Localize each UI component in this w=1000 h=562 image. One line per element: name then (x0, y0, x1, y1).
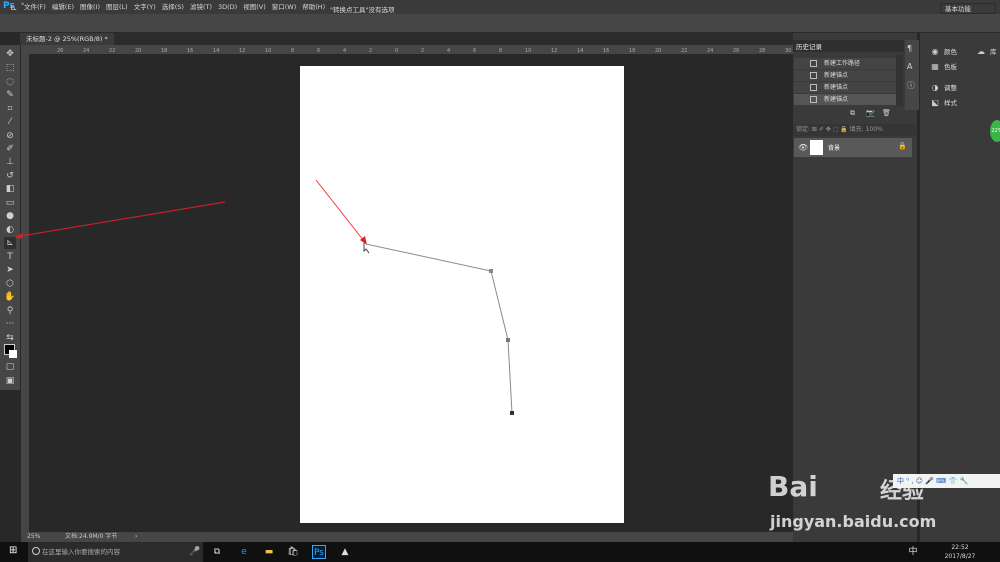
taskbar-search[interactable]: 在这里输入你要搜索的内容 (28, 542, 203, 562)
history-step-icon (810, 72, 817, 79)
history-item[interactable]: 新建锚点 (794, 82, 896, 94)
annotation-arrowhead-toolbar (15, 233, 23, 239)
visibility-eye-icon[interactable]: 👁 (798, 143, 808, 152)
panel-styles[interactable]: ⬕ 样式 (930, 97, 957, 108)
layers-lock-bar: 锁定: ⊠ ✐ ✥ ⬚ 🔒 填充: 100% (793, 124, 917, 136)
zoom-level[interactable]: 25% (27, 532, 40, 542)
ime-toolbar[interactable]: 中 ⁰ , ☺ 🎤 ⌨ 👕 🔧 (893, 474, 1000, 488)
trash-icon[interactable]: 🗑 (882, 109, 891, 117)
photos-icon[interactable]: ▲ (338, 545, 352, 559)
right-panel-dock (920, 33, 1000, 542)
info-panel-icon[interactable]: ⓘ (907, 80, 915, 91)
ime-indicator[interactable]: 中 (906, 545, 920, 559)
anchor-point (489, 269, 493, 273)
panel-adjustments[interactable]: ◑ 调整 (930, 82, 958, 93)
file-explorer-icon[interactable]: ▬ (262, 545, 276, 559)
history-item[interactable]: 新建工作路径 (794, 58, 896, 70)
history-item[interactable]: 新建锚点 (794, 70, 896, 82)
layer-name: 背景 (828, 145, 841, 152)
adjustments-icon: ◑ (931, 82, 939, 92)
windows-start-icon[interactable]: ⊞ (9, 545, 17, 556)
history-item-selected[interactable]: 新建锚点 (794, 94, 896, 106)
status-arrow-icon[interactable]: › (135, 532, 137, 542)
annotation-arrow-anchor (315, 179, 365, 242)
paragraph-panel-icon[interactable]: ¶ (907, 44, 912, 53)
lock-icon[interactable]: 🔒 (898, 142, 907, 150)
history-footer: ⧉ 📷 🗑 (794, 107, 904, 120)
history-tab[interactable]: 历史记录 (796, 41, 822, 51)
annotation-arrow-toolbar (20, 201, 226, 237)
libraries-icon: ☁ (977, 46, 985, 56)
status-bar: 25% 文档:24.9M/0 字节 › (21, 532, 793, 542)
doc-info: 文档:24.9M/0 字节 (65, 533, 118, 540)
layer-thumbnail (810, 140, 823, 155)
watermark-url: jingyan.baidu.com (770, 512, 937, 531)
anchor-point (506, 338, 510, 342)
history-step-icon (810, 96, 817, 103)
styles-icon: ⬕ (931, 97, 939, 107)
clock[interactable]: 22:52 2017/8/27 (940, 543, 980, 561)
history-snapshot-icon (810, 60, 817, 67)
panel-icon-strip: ¶ A ⓘ (905, 40, 919, 110)
task-view-icon[interactable]: ⧉ (210, 545, 224, 559)
anchor-point (510, 411, 514, 415)
cortana-icon[interactable] (32, 547, 40, 555)
history-step-icon (810, 84, 817, 91)
new-document-from-state-icon[interactable]: ⧉ (850, 109, 855, 118)
layer-row[interactable]: 👁 背景 🔒 (794, 138, 912, 157)
color-icon: ◉ (931, 46, 939, 56)
swatches-icon: ▦ (931, 61, 939, 71)
character-panel-icon[interactable]: A (907, 62, 912, 71)
panel-libraries[interactable]: ☁ 库 (976, 46, 997, 57)
status-badge[interactable]: 22% (990, 120, 1000, 142)
snapshot-camera-icon[interactable]: 📷 (866, 109, 875, 117)
edge-icon[interactable]: e (237, 545, 251, 559)
panel-color[interactable]: ◉ 颜色 (930, 46, 958, 57)
baidu-logo-text: Bai (768, 470, 818, 503)
history-scrollbar[interactable] (896, 55, 903, 107)
store-icon[interactable]: 🛍 (286, 545, 300, 559)
microphone-icon[interactable]: 🎤 (188, 545, 202, 559)
panel-swatches[interactable]: ▦ 色板 (930, 61, 957, 72)
photoshop-taskbar-icon[interactable]: Ps (312, 545, 326, 559)
